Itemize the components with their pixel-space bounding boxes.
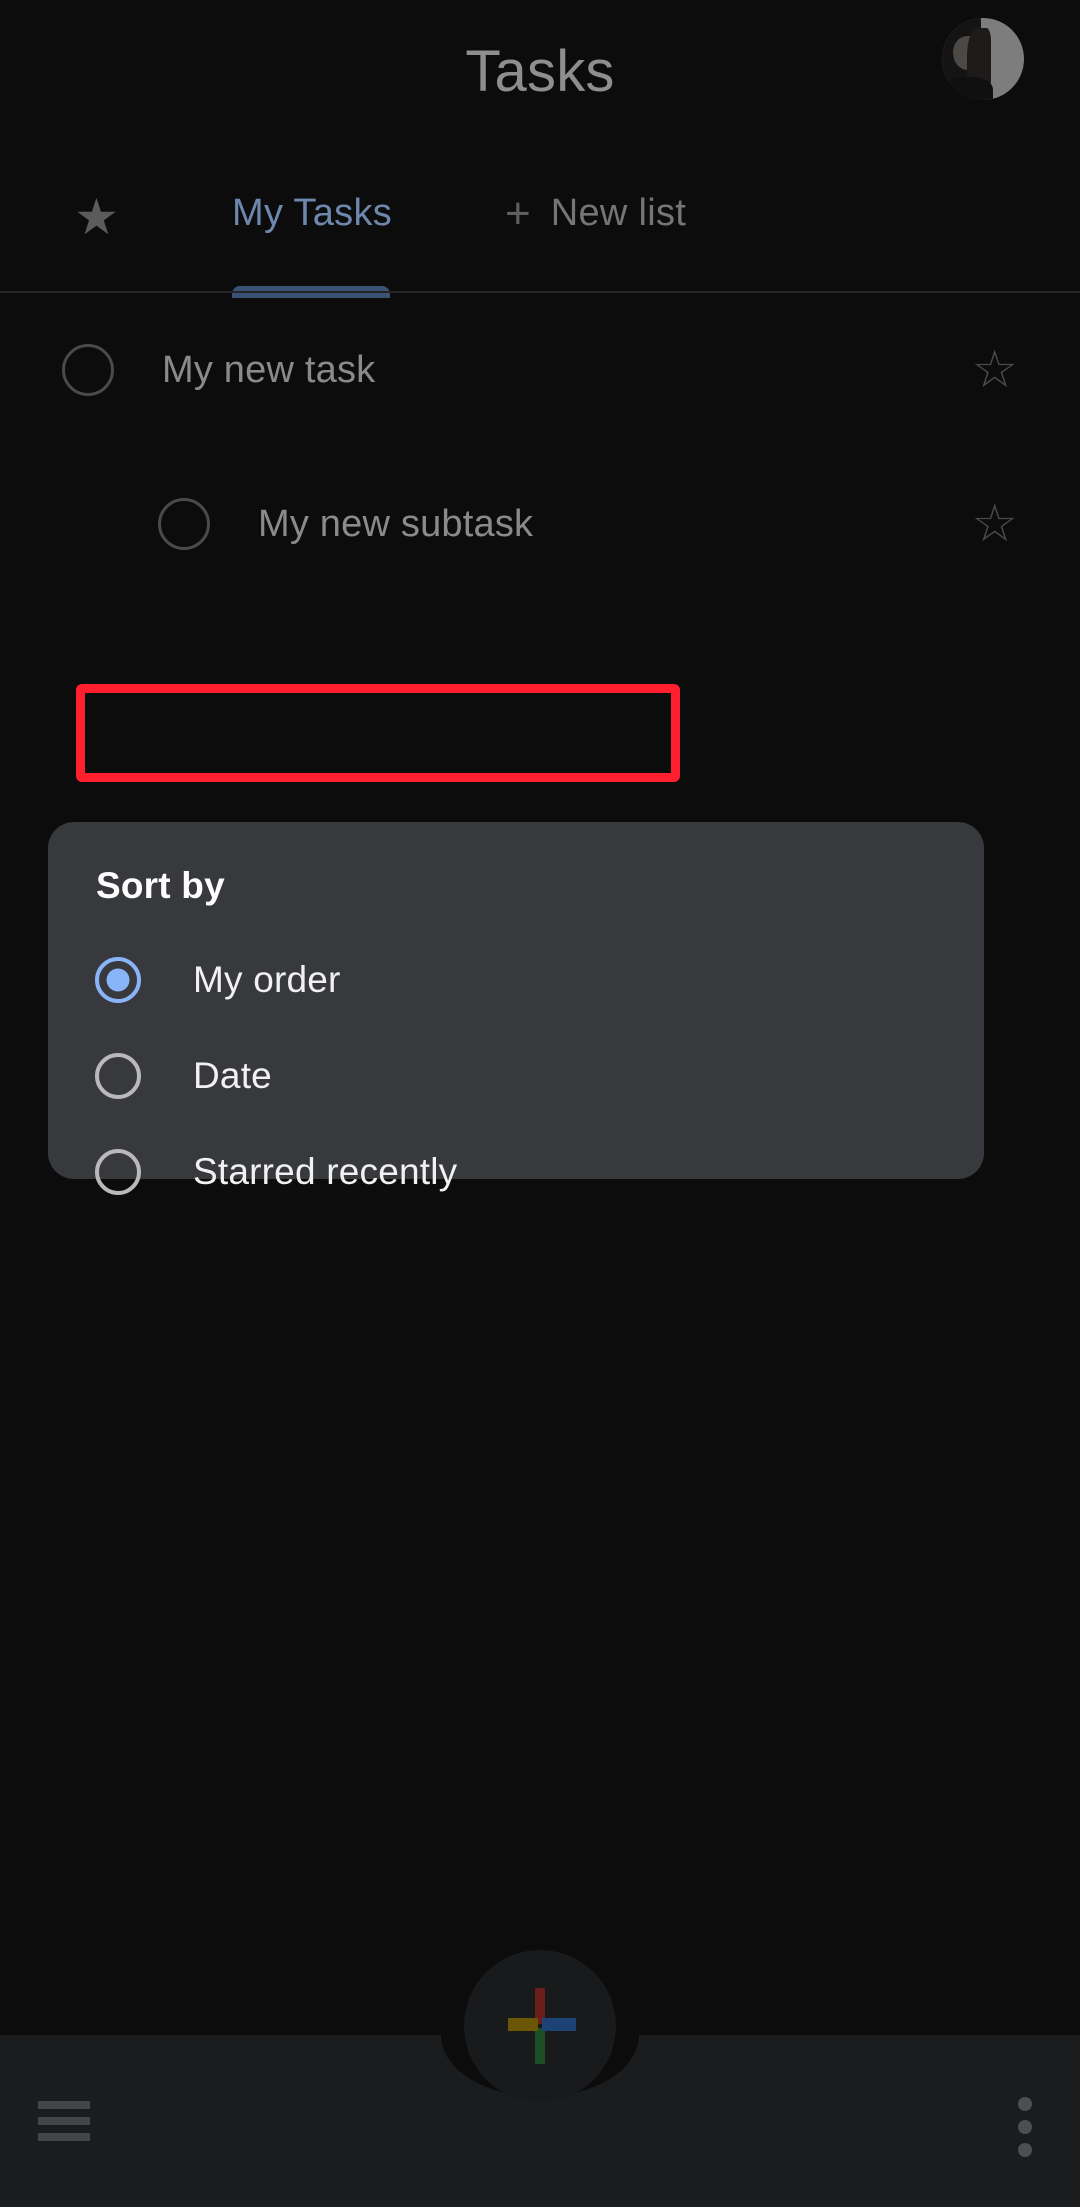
sort-by-dialog: Sort by My order Date Starred recently <box>48 822 984 1195</box>
plus-icon: + <box>505 188 531 238</box>
sort-option-my-order[interactable]: My order <box>48 932 984 1028</box>
dot <box>1018 2120 1032 2134</box>
app-screen: Tasks ★ My Tasks + New list My new task … <box>0 0 1080 2207</box>
plus-icon-arm-left <box>508 2018 538 2031</box>
page-title: Tasks <box>465 39 615 104</box>
task-list: My new task ☆ My new subtask ☆ <box>0 293 1080 601</box>
task-star-icon[interactable]: ☆ <box>971 344 1018 396</box>
tab-bar: ★ My Tasks + New list <box>0 160 1080 298</box>
dot <box>1018 2097 1032 2111</box>
task-title: My new task <box>162 348 376 391</box>
task-star-icon[interactable]: ☆ <box>971 498 1018 550</box>
plus-icon-arm-bottom <box>535 2028 545 2064</box>
tab-new-list-label: New list <box>550 192 687 234</box>
task-title: My new subtask <box>258 502 534 545</box>
highlight-annotation-box <box>76 684 680 782</box>
app-bar: Tasks <box>0 0 1080 160</box>
task-checkbox-circle-icon[interactable] <box>62 344 114 396</box>
tab-my-tasks[interactable]: My Tasks <box>232 192 392 235</box>
sort-option-label: My order <box>193 959 341 1000</box>
radio-button-icon[interactable] <box>95 957 141 1003</box>
task-checkbox-circle-icon[interactable] <box>158 498 210 550</box>
avatar-body <box>943 77 993 100</box>
plus-icon-arm-right <box>542 2018 576 2031</box>
sort-dialog-title: Sort by <box>96 865 225 906</box>
tab-new-list[interactable]: + New list <box>505 188 687 238</box>
more-vertical-icon[interactable] <box>1018 2097 1032 2157</box>
menu-line <box>38 2101 90 2109</box>
sort-option-starred-recently[interactable]: Starred recently <box>48 1124 984 1220</box>
hamburger-menu-icon[interactable] <box>38 2101 90 2141</box>
menu-line <box>38 2133 90 2141</box>
radio-button-icon[interactable] <box>95 1053 141 1099</box>
sort-option-label: Starred recently <box>193 1151 458 1192</box>
star-tab-icon[interactable]: ★ <box>74 192 119 242</box>
dot <box>1018 2143 1032 2157</box>
sort-option-label: Date <box>193 1055 272 1096</box>
radio-button-icon[interactable] <box>95 1149 141 1195</box>
menu-line <box>38 2117 90 2125</box>
task-row[interactable]: My new task ☆ <box>0 293 1080 447</box>
avatar[interactable] <box>942 18 1024 100</box>
sort-option-date[interactable]: Date <box>48 1028 984 1124</box>
task-row[interactable]: My new subtask ☆ <box>0 447 1080 601</box>
add-task-fab[interactable] <box>464 1950 616 2102</box>
